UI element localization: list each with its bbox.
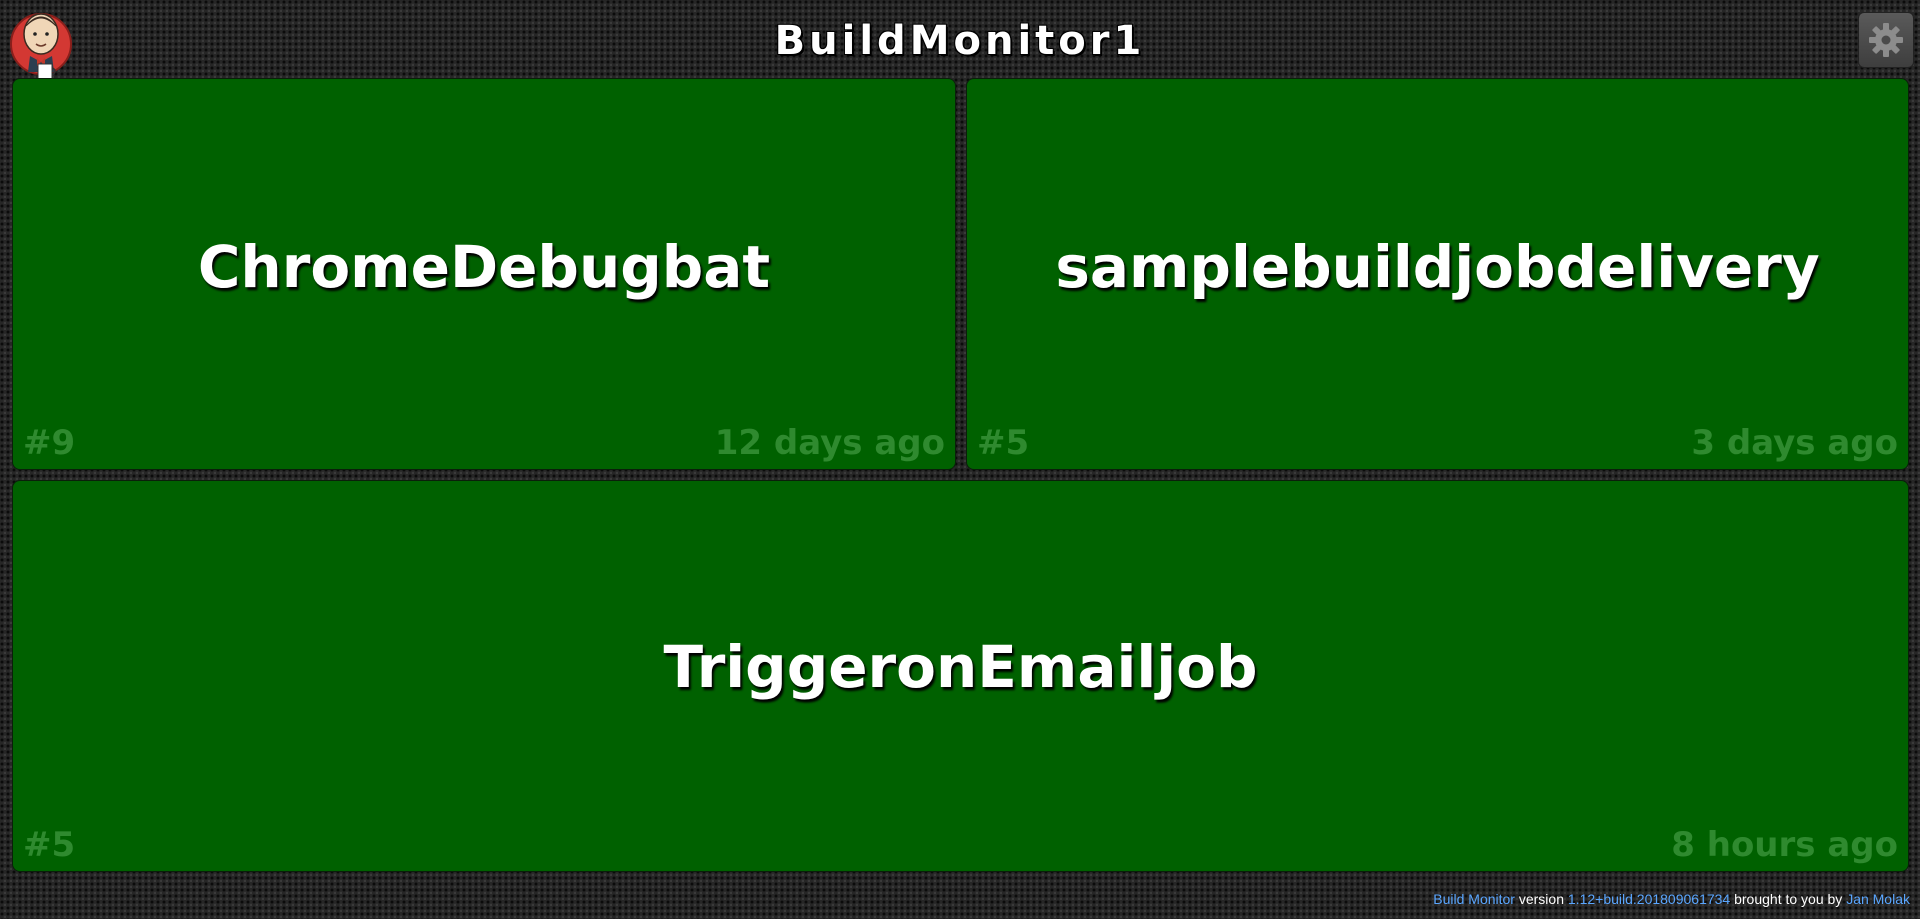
footer-credits: Build Monitor version 1.12+build.2018090… — [1433, 891, 1910, 907]
build-time-ago: 12 days ago — [714, 423, 945, 463]
job-name[interactable]: TriggeronEmailjob — [13, 633, 1908, 701]
version-label: version — [1518, 891, 1564, 907]
author-link[interactable]: Jan Molak — [1846, 891, 1910, 907]
brought-label: brought to you by — [1734, 891, 1843, 907]
page-title: BuildMonitor1 — [774, 18, 1146, 64]
job-tile-chromedebugbat[interactable]: ChromeDebugbat #9 12 days ago — [13, 79, 955, 469]
job-name[interactable]: samplebuildjobdelivery — [967, 233, 1908, 301]
job-tile-samplebuildjobdelivery[interactable]: samplebuildjobdelivery #5 3 days ago — [967, 79, 1908, 469]
version-link[interactable]: 1.12+build.201809061734 — [1568, 891, 1730, 907]
gear-icon — [1869, 23, 1903, 57]
build-number[interactable]: #9 — [23, 423, 75, 463]
build-time-ago: 8 hours ago — [1671, 825, 1898, 865]
job-tile-triggeronemailjob[interactable]: TriggeronEmailjob #5 8 hours ago — [13, 481, 1908, 871]
build-monitor-link[interactable]: Build Monitor — [1433, 891, 1515, 907]
build-number[interactable]: #5 — [977, 423, 1029, 463]
job-name[interactable]: ChromeDebugbat — [13, 233, 955, 301]
settings-button[interactable] — [1858, 12, 1914, 68]
build-number[interactable]: #5 — [23, 825, 75, 865]
build-time-ago: 3 days ago — [1691, 423, 1898, 463]
